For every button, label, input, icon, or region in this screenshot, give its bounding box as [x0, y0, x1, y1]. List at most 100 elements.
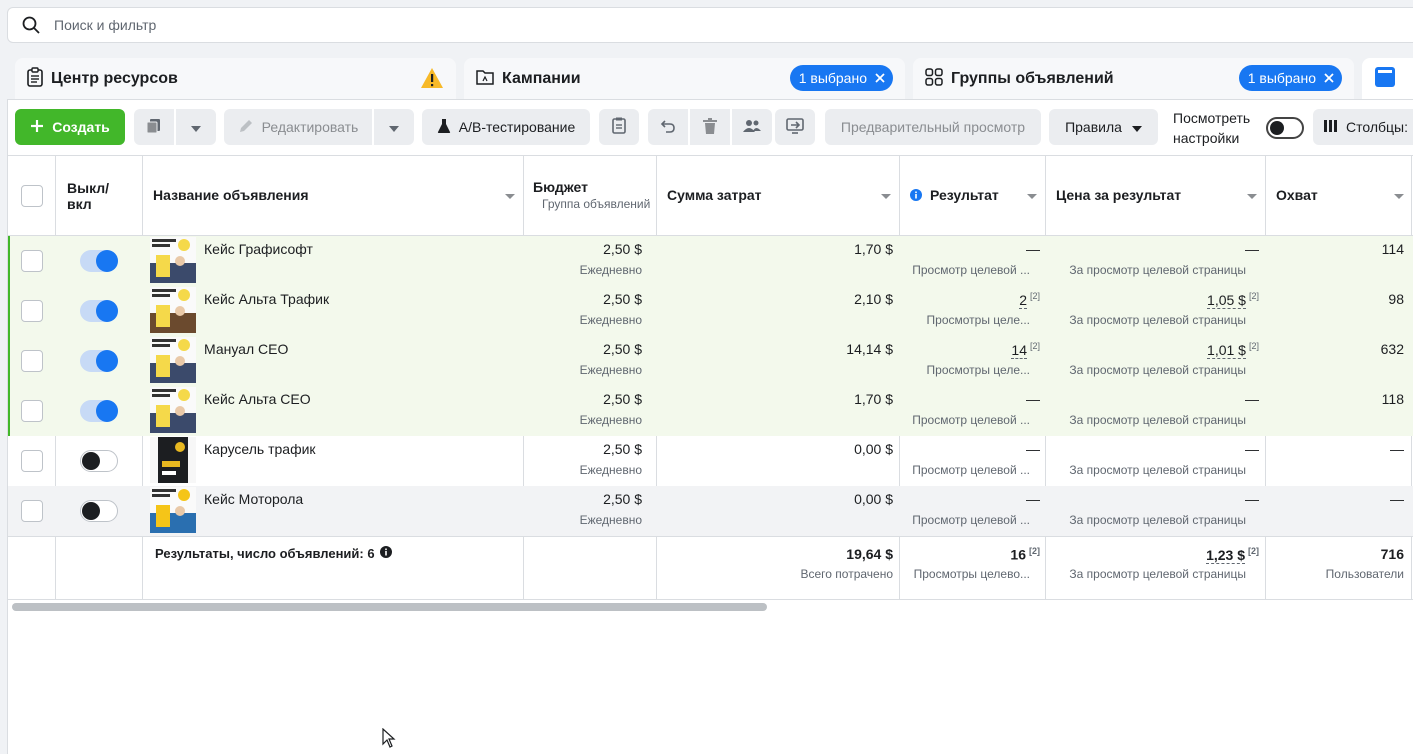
row-checkbox[interactable]	[21, 250, 43, 272]
ad-thumbnail[interactable]	[150, 287, 196, 333]
ad-name[interactable]: Кейс Альта Трафик	[204, 291, 329, 307]
reach-value: 114	[1381, 241, 1404, 257]
row-checkbox[interactable]	[21, 300, 43, 322]
tab-ad-sets[interactable]: Группы объявлений 1 выбрано	[913, 58, 1354, 100]
edit-group: Редактировать	[224, 109, 414, 145]
spend-value: 0,00 $	[854, 441, 893, 457]
footnote-mark: [2]	[1029, 341, 1040, 351]
col-cost-per-result[interactable]: Цена за результат	[1056, 187, 1181, 203]
table-row[interactable]: Кейс Графисофт 2,50 $ Ежедневно 1,70 $ —…	[8, 236, 1413, 286]
undo-button[interactable]	[648, 109, 688, 145]
row-checkbox[interactable]	[21, 450, 43, 472]
table-row[interactable]: Мануал CEO 2,50 $ Ежедневно 14,14 $ 14 [2…	[8, 336, 1413, 386]
preview-button[interactable]: Предварительный просмотр	[825, 109, 1041, 145]
info-icon[interactable]	[910, 188, 922, 206]
duplicate-dropdown[interactable]	[176, 109, 216, 145]
badge-text: 1 выбрано	[1247, 70, 1316, 86]
selected-badge[interactable]: 1 выбрано	[1238, 65, 1342, 91]
result-value: —	[1026, 441, 1040, 457]
sort-icon[interactable]	[1394, 194, 1404, 199]
ad-thumbnail[interactable]	[150, 387, 196, 433]
edit-button[interactable]: Редактировать	[224, 109, 372, 145]
columns-icon	[1324, 119, 1338, 135]
tab-campaigns[interactable]: Кампании 1 выбрано	[464, 58, 905, 100]
table-row[interactable]: Карусель трафик 2,50 $ Ежедневно 0,00 $ …	[8, 436, 1413, 486]
search-input[interactable]	[54, 17, 654, 33]
select-all-checkbox[interactable]	[21, 185, 43, 207]
reach-value: 118	[1381, 391, 1404, 407]
close-icon[interactable]	[875, 70, 885, 86]
col-name[interactable]: Название объявления	[153, 187, 309, 203]
footer-result-value: 16	[1010, 546, 1026, 563]
row-checkbox[interactable]	[21, 500, 43, 522]
ad-toggle[interactable]	[80, 400, 118, 422]
ab-test-button[interactable]: A/B-тестирование	[422, 109, 590, 145]
col-onoff-line: вкл	[67, 196, 92, 212]
delete-button[interactable]	[690, 109, 730, 145]
col-budget[interactable]: Бюджет	[533, 179, 588, 195]
clipboard-icon	[27, 66, 43, 92]
sort-icon[interactable]	[881, 194, 891, 199]
undo-icon	[660, 118, 676, 137]
col-spend[interactable]: Сумма затрат	[667, 187, 762, 203]
search-icon	[8, 16, 54, 34]
close-icon[interactable]	[1324, 70, 1334, 86]
ad-name[interactable]: Кейс Моторола	[204, 491, 303, 507]
result-number: —	[1026, 441, 1040, 457]
tab-label: Группы объявлений	[951, 70, 1114, 87]
result-number: 14	[1011, 341, 1027, 359]
warning-icon[interactable]	[420, 67, 444, 94]
duplicate-button[interactable]	[134, 109, 174, 145]
ad-name[interactable]: Кейс Альта CEO	[204, 391, 311, 407]
ad-toggle[interactable]	[80, 450, 118, 472]
table-row[interactable]: Кейс Альта Трафик 2,50 $ Ежедневно 2,10 …	[8, 286, 1413, 336]
result-number: —	[1026, 241, 1040, 257]
ad-toggle[interactable]	[80, 250, 118, 272]
view-settings-toggle[interactable]	[1266, 117, 1304, 139]
cpr-number: —	[1245, 391, 1259, 407]
ad-toggle[interactable]	[80, 300, 118, 322]
row-checkbox[interactable]	[21, 400, 43, 422]
audience-button[interactable]	[732, 109, 772, 145]
table-row[interactable]: Кейс Моторола 2,50 $ Ежедневно 0,00 $ — …	[8, 486, 1413, 536]
pencil-icon	[238, 118, 254, 137]
info-icon[interactable]	[379, 546, 392, 561]
result-sub: Просмотр целевой ...	[912, 513, 1030, 527]
flask-icon	[437, 118, 451, 137]
cpr-sub: За просмотр целевой страницы	[1069, 363, 1246, 377]
edit-dropdown[interactable]	[374, 109, 414, 145]
view-settings-label: Посмотреть настройки	[1173, 108, 1250, 148]
ad-name[interactable]: Кейс Графисофт	[204, 241, 313, 257]
col-result[interactable]: Результат	[930, 187, 999, 203]
create-button[interactable]: Создать	[15, 109, 125, 145]
ad-toggle[interactable]	[80, 350, 118, 372]
ad-name[interactable]: Карусель трафик	[204, 441, 316, 457]
export-button[interactable]	[775, 109, 815, 145]
table-row[interactable]: Кейс Альта CEO 2,50 $ Ежедневно 1,70 $ —…	[8, 386, 1413, 436]
rules-button[interactable]: Правила	[1049, 109, 1158, 145]
sort-icon[interactable]	[1247, 194, 1257, 199]
ad-thumbnail[interactable]	[150, 337, 196, 383]
horizontal-scrollbar[interactable]	[12, 603, 767, 611]
sort-icon[interactable]	[1027, 194, 1037, 199]
ad-thumbnail[interactable]	[150, 437, 196, 483]
ad-thumbnail[interactable]	[150, 487, 196, 533]
spend-value: 14,14 $	[846, 341, 893, 357]
search-bar[interactable]	[7, 7, 1413, 43]
tab-ads[interactable]	[1362, 58, 1413, 100]
ad-name[interactable]: Мануал CEO	[204, 341, 288, 357]
rules-label: Правила	[1065, 119, 1122, 135]
clipboard-button[interactable]	[599, 109, 639, 145]
columns-button[interactable]: Столбцы:	[1313, 109, 1413, 145]
sort-icon[interactable]	[505, 194, 515, 199]
selected-badge[interactable]: 1 выбрано	[789, 65, 893, 91]
ad-toggle[interactable]	[80, 500, 118, 522]
col-budget-sub: Группа объявлений	[542, 197, 651, 211]
row-checkbox[interactable]	[21, 350, 43, 372]
col-reach[interactable]: Охват	[1276, 187, 1318, 203]
cpr-number: 1,05 $	[1207, 291, 1246, 309]
col-onoff[interactable]: Выкл/ вкл	[67, 180, 109, 212]
ad-thumbnail[interactable]	[150, 237, 196, 283]
cpr-sub: За просмотр целевой страницы	[1069, 513, 1246, 527]
tab-resource-center[interactable]: Центр ресурсов	[15, 58, 456, 100]
